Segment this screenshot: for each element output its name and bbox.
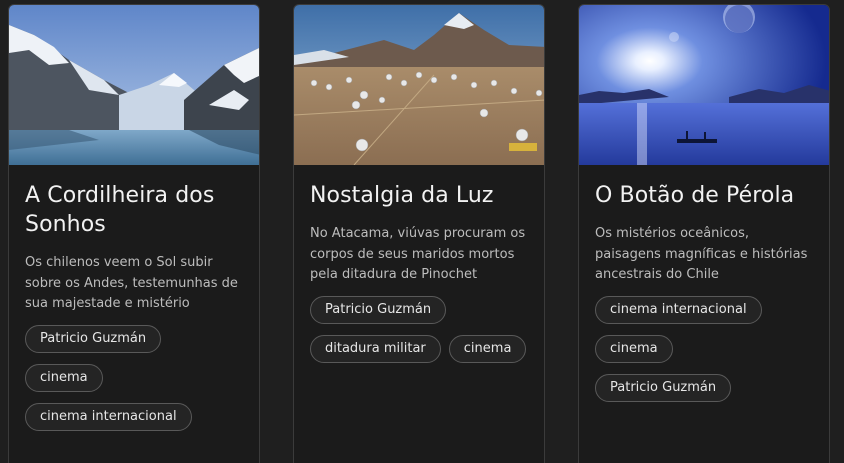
card-description: No Atacama, viúvas procuram os corpos de… [310, 226, 526, 282]
tag-ditadura-militar[interactable]: ditadura militar [310, 334, 441, 363]
card-title[interactable]: Nostalgia da Luz [310, 181, 528, 210]
tag-cinema-internacional[interactable]: cinema internacional [595, 295, 762, 324]
ocean-night-boat-photo[interactable] [579, 5, 829, 165]
film-card[interactable]: O Botão de Pérola Os mistérios oceânicos… [578, 4, 830, 463]
tag-list: cinema internacional cinema Patricio Guz… [595, 295, 813, 402]
tag-list: Patricio Guzmán cinema cinema internacio… [25, 324, 243, 431]
mountain-lake-photo[interactable] [9, 5, 259, 165]
tag-patricio-guzman[interactable]: Patricio Guzmán [310, 295, 447, 324]
film-card[interactable]: A Cordilheira dos Sonhos Os chilenos vee… [8, 4, 260, 463]
card-description: Os mistérios oceânicos, paisagens magníf… [595, 226, 808, 282]
tag-cinema[interactable]: cinema [25, 363, 103, 392]
tag-cinema-internacional[interactable]: cinema internacional [25, 402, 192, 431]
tag-list: Patricio Guzmán ditadura militar cinema [310, 295, 528, 363]
card-description: Os chilenos veem o Sol subir sobre os An… [25, 255, 238, 311]
card-title[interactable]: O Botão de Pérola [595, 181, 813, 210]
tag-cinema[interactable]: cinema [448, 334, 527, 363]
tag-patricio-guzman[interactable]: Patricio Guzmán [25, 324, 162, 353]
film-card-grid: A Cordilheira dos Sonhos Os chilenos vee… [0, 0, 844, 463]
tag-patricio-guzman[interactable]: Patricio Guzmán [595, 373, 732, 402]
tag-cinema[interactable]: cinema [595, 334, 673, 363]
film-card[interactable]: Nostalgia da Luz No Atacama, viúvas proc… [293, 4, 545, 463]
card-title[interactable]: A Cordilheira dos Sonhos [25, 181, 243, 239]
desert-telescopes-photo[interactable] [294, 5, 544, 165]
